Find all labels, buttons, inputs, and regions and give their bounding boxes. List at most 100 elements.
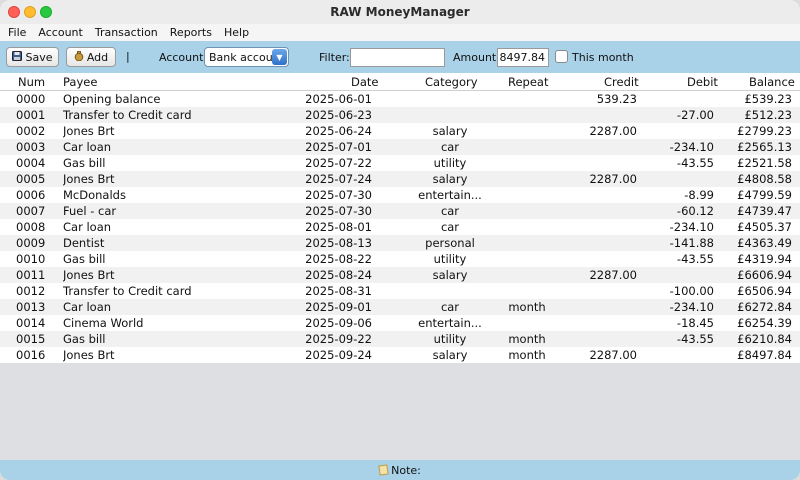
table-row[interactable]: 0002 Jones Brt 2025-06-24 salary 2287.00 £279…: [0, 123, 800, 139]
table-row[interactable]: 0009 Dentist 2025-08-13 personal -141.88 £436…: [0, 235, 800, 251]
cell-payee: Jones Brt: [63, 172, 115, 186]
add-button-label: Add: [86, 50, 109, 64]
cell-date: 2025-09-06: [305, 316, 372, 330]
table-row[interactable]: 0001 Transfer to Credit card 2025-06-23 -27…: [0, 107, 800, 123]
cell-date: 2025-07-22: [305, 156, 372, 170]
cell-debit: -234.10: [669, 140, 714, 154]
maximize-window-button[interactable]: [40, 6, 52, 18]
cell-category: utility: [433, 252, 467, 266]
cell-debit: -43.55: [676, 332, 714, 346]
table-row[interactable]: 0010 Gas bill 2025-08-22 utility -43.55 £4319…: [0, 251, 800, 267]
cell-payee: Fuel - car: [63, 204, 117, 218]
cell-category: car: [440, 300, 460, 314]
cell-num: 0002: [16, 124, 46, 138]
menu-file[interactable]: File: [8, 26, 26, 39]
menu-reports[interactable]: Reports: [170, 26, 212, 39]
cell-date: 2025-09-01: [305, 300, 372, 314]
cell-balance: £4799.59: [737, 188, 792, 202]
minimize-window-button[interactable]: [24, 6, 36, 18]
cell-date: 2025-09-24: [305, 348, 372, 362]
column-header-num[interactable]: Num: [18, 75, 45, 89]
menu-transaction[interactable]: Transaction: [95, 26, 158, 39]
column-header-payee[interactable]: Payee: [63, 75, 97, 89]
cell-num: 0004: [16, 156, 46, 170]
cell-payee: Jones Brt: [63, 268, 115, 282]
cell-repeat: month: [508, 348, 546, 362]
table-row[interactable]: 0013 Car loan 2025-09-01 car month -234.10 £62…: [0, 299, 800, 315]
table-row[interactable]: 0016 Jones Brt 2025-09-24 salary month 2287.0…: [0, 347, 800, 363]
cell-credit: 2287.00: [589, 348, 637, 362]
cell-credit: 539.23: [596, 92, 637, 106]
menu-help[interactable]: Help: [224, 26, 249, 39]
cell-balance: £539.23: [744, 92, 792, 106]
account-select[interactable]: Bank account ▼: [204, 47, 289, 67]
cell-balance: £512.23: [744, 108, 792, 122]
cell-payee: Opening balance: [63, 92, 161, 106]
cell-num: 0007: [16, 204, 46, 218]
table-row[interactable]: 0011 Jones Brt 2025-08-24 salary 2287.00 £660…: [0, 267, 800, 283]
app-window: RAW MoneyManager File Account Transactio…: [0, 0, 800, 480]
column-header-category[interactable]: Category: [425, 75, 478, 89]
cell-num: 0008: [16, 220, 46, 234]
amount-field[interactable]: 8497.84: [497, 48, 549, 67]
account-label: Account:: [159, 51, 208, 64]
cell-payee: Transfer to Credit card: [63, 108, 192, 122]
cell-debit: -234.10: [669, 300, 714, 314]
filter-input[interactable]: [350, 48, 445, 67]
table-row[interactable]: 0003 Car loan 2025-07-01 car -234.10 £2565.13: [0, 139, 800, 155]
menu-account[interactable]: Account: [38, 26, 82, 39]
column-header-credit[interactable]: Credit: [604, 75, 639, 89]
this-month-label: This month: [572, 51, 634, 64]
cell-credit: 2287.00: [589, 268, 637, 282]
cell-payee: Dentist: [63, 236, 105, 250]
cell-payee: McDonalds: [63, 188, 126, 202]
cell-category: car: [440, 204, 460, 218]
cell-category: personal: [425, 236, 475, 250]
cell-balance: £6210.84: [737, 332, 792, 346]
cell-date: 2025-08-24: [305, 268, 372, 282]
cell-payee: Gas bill: [63, 156, 106, 170]
cell-balance: £4808.58: [737, 172, 792, 186]
table-row[interactable]: 0005 Jones Brt 2025-07-24 salary 2287.00 £480…: [0, 171, 800, 187]
cell-debit: -234.10: [669, 220, 714, 234]
cell-balance: £2521.58: [737, 156, 792, 170]
table-row[interactable]: 0015 Gas bill 2025-09-22 utility month -43.55…: [0, 331, 800, 347]
cell-payee: Gas bill: [63, 332, 106, 346]
cell-balance: £2565.13: [737, 140, 792, 154]
table-row[interactable]: 0006 McDonalds 2025-07-30 entertain... -8.99…: [0, 187, 800, 203]
table-row[interactable]: 0012 Transfer to Credit card 2025-08-31 -10…: [0, 283, 800, 299]
cell-balance: £6254.39: [737, 316, 792, 330]
amount-label: Amount:: [453, 51, 500, 64]
close-window-button[interactable]: [8, 6, 20, 18]
column-header-debit[interactable]: Debit: [687, 75, 718, 89]
cell-num: 0014: [16, 316, 46, 330]
title-bar: RAW MoneyManager: [0, 0, 800, 24]
cell-num: 0003: [16, 140, 46, 154]
cell-debit: -27.00: [676, 108, 714, 122]
table-row[interactable]: 0007 Fuel - car 2025-07-30 car -60.12 £4739.4…: [0, 203, 800, 219]
save-button[interactable]: Save: [6, 47, 59, 67]
cell-balance: £4319.94: [737, 252, 792, 266]
column-header-balance[interactable]: Balance: [749, 75, 795, 89]
cell-category: salary: [432, 172, 468, 186]
cell-debit: -43.55: [676, 252, 714, 266]
table-row[interactable]: 0004 Gas bill 2025-07-22 utility -43.55 £2521…: [0, 155, 800, 171]
cell-payee: Car loan: [63, 220, 112, 234]
table-row[interactable]: 0008 Car loan 2025-08-01 car -234.10 £4505.37: [0, 219, 800, 235]
cell-date: 2025-07-01: [305, 140, 372, 154]
cell-num: 0015: [16, 332, 46, 346]
add-button[interactable]: Add: [66, 47, 116, 67]
this-month-checkbox[interactable]: [555, 50, 568, 63]
cell-balance: £4739.47: [737, 204, 792, 218]
cell-date: 2025-07-30: [305, 188, 372, 202]
cell-balance: £2799.23: [737, 124, 792, 138]
cell-date: 2025-09-22: [305, 332, 372, 346]
cell-payee: Cinema World: [63, 316, 144, 330]
table-row[interactable]: 0014 Cinema World 2025-09-06 entertain... -1…: [0, 315, 800, 331]
table-row[interactable]: 0000 Opening balance 2025-06-01 539.23 £539.…: [0, 91, 800, 107]
cell-num: 0012: [16, 284, 46, 298]
column-header-repeat[interactable]: Repeat: [508, 75, 548, 89]
cell-payee: Jones Brt: [63, 124, 115, 138]
column-header-date[interactable]: Date: [351, 75, 379, 89]
window-title: RAW MoneyManager: [330, 5, 470, 19]
